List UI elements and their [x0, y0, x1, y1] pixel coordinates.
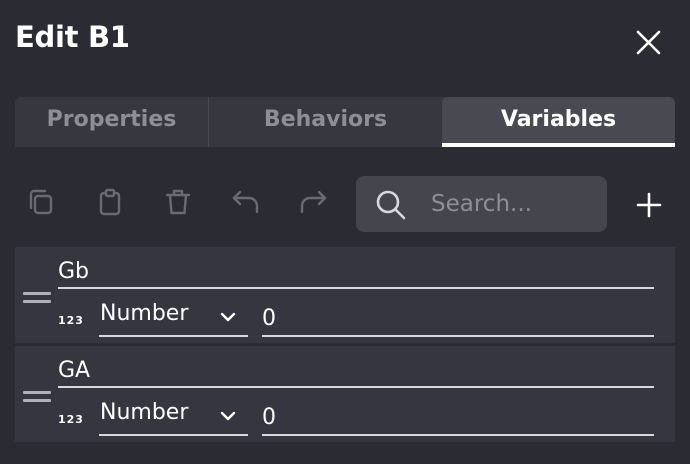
dialog-title: Edit B1 [15, 20, 130, 54]
drag-handle-icon[interactable] [23, 292, 51, 304]
undo-icon [232, 190, 259, 214]
drag-handle-icon[interactable] [23, 391, 51, 403]
tab-behaviors[interactable]: Behaviors [209, 97, 442, 147]
variable-value-input[interactable] [262, 400, 654, 436]
undo-button[interactable] [230, 186, 262, 218]
copy-icon [29, 189, 53, 215]
tab-properties[interactable]: Properties [15, 97, 208, 147]
variable-name-input[interactable] [58, 255, 654, 289]
search-input[interactable] [431, 184, 601, 224]
variable-type-label: Number [100, 301, 189, 326]
number-type-icon: 123 [58, 413, 84, 426]
chevron-down-icon [220, 312, 236, 322]
variable-type-label: Number [100, 400, 189, 425]
variable-row: 123 Number [15, 346, 675, 442]
search-box [356, 176, 607, 232]
chevron-down-icon [220, 411, 236, 421]
redo-button[interactable] [297, 186, 329, 218]
tab-bar: Properties Behaviors Variables [15, 97, 675, 147]
close-button[interactable] [628, 22, 668, 62]
variable-row: 123 Number [15, 247, 675, 343]
add-variable-button[interactable] [630, 186, 668, 224]
variable-name-input[interactable] [58, 354, 654, 388]
variable-type-select[interactable]: Number [99, 396, 248, 436]
number-type-icon: 123 [58, 314, 84, 327]
close-icon [636, 30, 661, 55]
edit-object-dialog: Edit B1 Properties Behaviors Variables S… [0, 0, 690, 464]
paste-button[interactable] [94, 186, 126, 218]
plus-icon [636, 192, 662, 218]
delete-button[interactable] [162, 186, 194, 218]
tab-variables[interactable]: Variables [442, 97, 675, 147]
search-icon [376, 190, 406, 220]
copy-button[interactable] [25, 186, 57, 218]
variable-value-input[interactable] [262, 301, 654, 337]
redo-icon [300, 190, 327, 214]
variable-type-select[interactable]: Number [99, 297, 248, 337]
delete-icon [165, 189, 191, 215]
paste-icon [99, 188, 121, 216]
